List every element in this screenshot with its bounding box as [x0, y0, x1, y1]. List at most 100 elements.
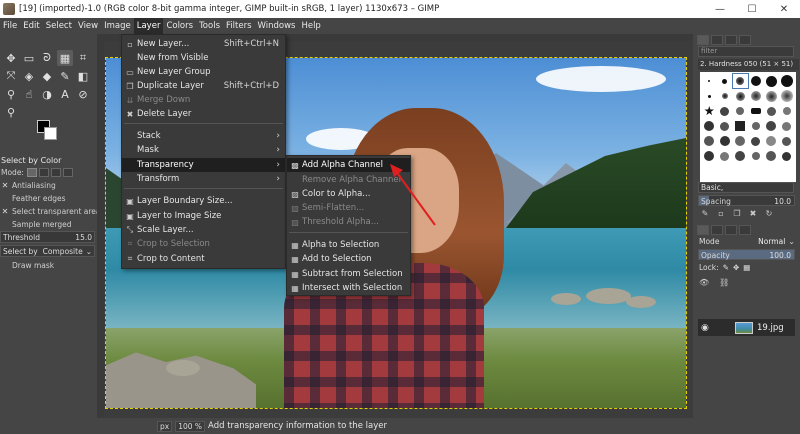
- eye-icon[interactable]: ◉: [701, 323, 713, 333]
- menu-item-delete-layer[interactable]: ✖ Delete Layer: [122, 107, 285, 121]
- brush-thumb[interactable]: [764, 149, 779, 163]
- brush-thumb[interactable]: [749, 74, 764, 88]
- smudge-tool-icon[interactable]: ☝: [21, 86, 37, 102]
- brush-thumb[interactable]: [733, 149, 748, 163]
- menu-item-new-layer[interactable]: ▫ New Layer... Shift+Ctrl+N: [122, 37, 285, 51]
- dodge-tool-icon[interactable]: ◑: [39, 86, 55, 102]
- mode-add-button[interactable]: [38, 168, 49, 177]
- brushes-tab[interactable]: [697, 35, 709, 45]
- warp-tool-icon[interactable]: ◈: [21, 68, 37, 84]
- menu-layer[interactable]: Layer: [133, 18, 164, 34]
- menu-colors[interactable]: Colors: [163, 18, 196, 34]
- new-brush-icon[interactable]: ▫: [716, 209, 726, 219]
- lock-alpha-icon[interactable]: ▦: [743, 263, 750, 272]
- brush-thumb[interactable]: [780, 134, 795, 148]
- lock-position-icon[interactable]: ✥: [733, 263, 739, 272]
- brush-thumb[interactable]: [702, 134, 717, 148]
- spacing-slider[interactable]: Spacing 10.0: [698, 195, 795, 206]
- menu-windows[interactable]: Windows: [255, 18, 299, 34]
- mode-intersect-button[interactable]: [62, 168, 73, 177]
- brush-thumb[interactable]: [764, 119, 779, 133]
- lasso-tool-icon[interactable]: ᘐ: [39, 50, 55, 66]
- menu-image[interactable]: Image: [101, 18, 134, 34]
- menu-view[interactable]: View: [75, 18, 101, 34]
- brush-thumb[interactable]: [764, 134, 779, 148]
- background-color-swatch[interactable]: [44, 127, 57, 140]
- menu-item-crop-to-selection[interactable]: ⌗ Crop to Selection: [122, 237, 285, 251]
- paintbrush-tool-icon[interactable]: ✎: [57, 68, 73, 84]
- brush-thumb[interactable]: [733, 89, 748, 103]
- draw-mask-checkbox[interactable]: [1, 262, 9, 270]
- brush-thumb[interactable]: [702, 119, 717, 133]
- select-by-dropdown[interactable]: Select by Composite ⌄: [0, 245, 95, 257]
- brush-grid[interactable]: [700, 72, 796, 182]
- brush-thumb[interactable]: [718, 89, 733, 103]
- brush-thumb[interactable]: [702, 149, 717, 163]
- mode-replace-button[interactable]: [26, 168, 37, 177]
- close-button[interactable]: ✕: [768, 0, 800, 18]
- brush-thumb[interactable]: [780, 119, 795, 133]
- channels-tab[interactable]: [711, 225, 723, 235]
- brush-thumb[interactable]: [764, 89, 779, 103]
- menu-tools[interactable]: Tools: [196, 18, 223, 34]
- menu-item-duplicate-layer[interactable]: ❐ Duplicate Layer Shift+Ctrl+D: [122, 79, 285, 93]
- paths-tab[interactable]: [725, 225, 737, 235]
- fill-tool-icon[interactable]: ◆: [39, 68, 55, 84]
- menu-item-layer-to-image-size[interactable]: ▣ Layer to Image Size: [122, 209, 285, 223]
- select-by-color-tool-icon[interactable]: ▦: [57, 50, 73, 66]
- unified-transform-tool-icon[interactable]: ⤧: [3, 68, 19, 84]
- menu-item-subtract-from-selection[interactable]: ▦ Subtract from Selection: [287, 267, 410, 281]
- crop-tool-icon[interactable]: ⌗: [75, 50, 91, 66]
- lock-pixels-icon[interactable]: ✎: [723, 263, 729, 272]
- layers-tab[interactable]: [697, 225, 709, 235]
- brush-filter-input[interactable]: filter: [698, 46, 794, 57]
- layer-row[interactable]: ◉ 19.jpg: [698, 319, 795, 336]
- brush-thumb[interactable]: [718, 134, 733, 148]
- menu-file[interactable]: File: [0, 18, 20, 34]
- menu-edit[interactable]: Edit: [20, 18, 42, 34]
- brush-thumb[interactable]: [749, 119, 764, 133]
- eraser-tool-icon[interactable]: ◧: [75, 68, 91, 84]
- menu-item-new-from-visible[interactable]: New from Visible: [122, 51, 285, 65]
- menu-filters[interactable]: Filters: [223, 18, 254, 34]
- brush-thumb[interactable]: [749, 134, 764, 148]
- brush-thumb[interactable]: [780, 149, 795, 163]
- menu-item-transparency[interactable]: Transparency ›: [122, 158, 285, 172]
- brush-thumb[interactable]: [718, 119, 733, 133]
- brush-thumb[interactable]: [733, 104, 748, 118]
- draw-mask-option[interactable]: Draw mask: [1, 261, 54, 270]
- menu-item-crop-to-content[interactable]: ⌗ Crop to Content: [122, 252, 285, 266]
- brush-thumb[interactable]: [749, 104, 764, 118]
- move-tool-icon[interactable]: ✥: [3, 50, 19, 66]
- feather-edges-checkbox[interactable]: [1, 195, 9, 203]
- clone-tool-icon[interactable]: ⚲: [3, 86, 19, 102]
- delete-brush-icon[interactable]: ✖: [748, 209, 758, 219]
- select-transparent-option[interactable]: ✕ Select transparent areas: [1, 207, 105, 216]
- refresh-brushes-icon[interactable]: ↻: [764, 209, 774, 219]
- sample-merged-checkbox[interactable]: [1, 221, 9, 229]
- zoom-dropdown[interactable]: 100 %: [175, 420, 206, 432]
- maximize-button[interactable]: ☐: [736, 0, 768, 18]
- brush-thumb[interactable]: [702, 74, 717, 88]
- menu-item-transform[interactable]: Transform ›: [122, 172, 285, 186]
- brush-thumb[interactable]: [718, 104, 733, 118]
- text-tool-icon[interactable]: A: [57, 86, 73, 102]
- opacity-slider[interactable]: Opacity 100.0: [698, 249, 795, 260]
- minimize-button[interactable]: —: [704, 0, 736, 18]
- undo-history-tab[interactable]: [739, 225, 751, 235]
- brush-thumb[interactable]: [764, 104, 779, 118]
- threshold-slider[interactable]: Threshold 15.0: [0, 231, 95, 243]
- brush-thumb[interactable]: [702, 104, 717, 118]
- menu-item-stack[interactable]: Stack ›: [122, 129, 285, 143]
- brush-thumb[interactable]: [702, 89, 717, 103]
- brush-thumb[interactable]: [733, 119, 748, 133]
- brush-thumb[interactable]: [733, 134, 748, 148]
- sample-merged-option[interactable]: Sample merged: [1, 220, 72, 229]
- mode-subtract-button[interactable]: [50, 168, 61, 177]
- menu-item-intersect-with-selection[interactable]: ▦ Intersect with Selection: [287, 281, 410, 295]
- brush-thumb[interactable]: [732, 73, 749, 89]
- brush-thumb[interactable]: [764, 74, 779, 88]
- menu-help[interactable]: Help: [298, 18, 323, 34]
- color-picker-tool-icon[interactable]: ⊘: [75, 86, 91, 102]
- rect-select-tool-icon[interactable]: ▭: [21, 50, 37, 66]
